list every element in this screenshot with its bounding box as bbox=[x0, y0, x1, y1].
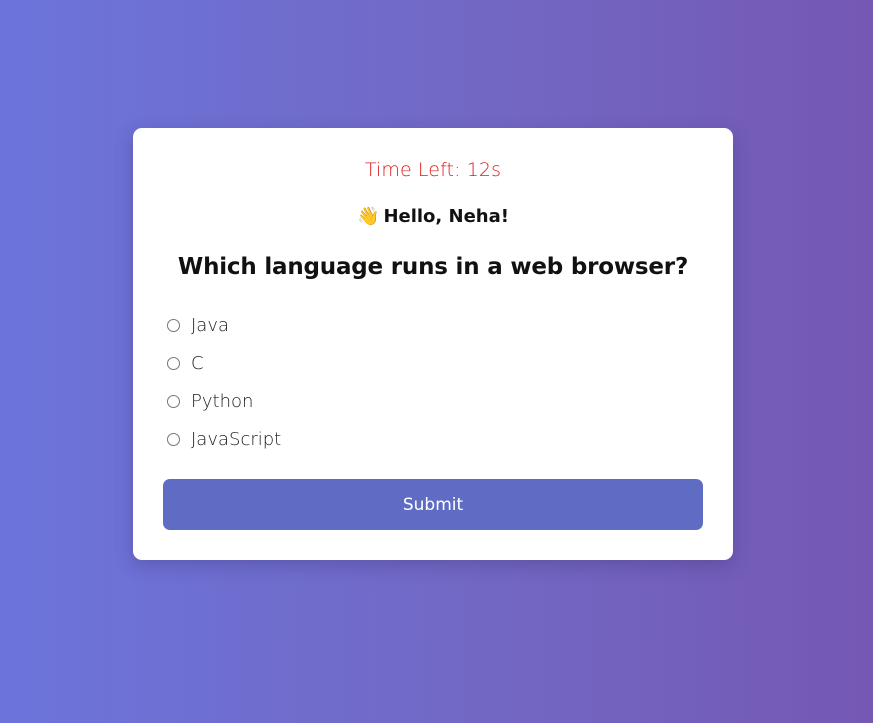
option-label: Python bbox=[191, 390, 254, 412]
question-title: Which language runs in a web browser? bbox=[177, 254, 689, 280]
option-c[interactable]: C bbox=[166, 344, 281, 382]
greeting: 👋 Hello, Neha! bbox=[133, 206, 733, 227]
submit-button[interactable]: Submit bbox=[163, 479, 703, 530]
answer-options: Java C Python JavaScript bbox=[166, 306, 281, 458]
option-python[interactable]: Python bbox=[166, 382, 281, 420]
radio-button[interactable] bbox=[167, 318, 180, 332]
option-label: Java bbox=[191, 314, 230, 336]
option-javascript[interactable]: JavaScript bbox=[166, 420, 281, 458]
option-java[interactable]: Java bbox=[166, 306, 281, 344]
radio-button[interactable] bbox=[167, 356, 180, 370]
quiz-card: Time Left: 12s 👋 Hello, Neha! Which langu… bbox=[133, 128, 733, 560]
waving-hand-icon: 👋 bbox=[357, 206, 380, 227]
radio-button[interactable] bbox=[167, 394, 180, 408]
option-label: C bbox=[191, 352, 204, 374]
option-label: JavaScript bbox=[191, 428, 282, 450]
radio-button[interactable] bbox=[167, 432, 180, 446]
greeting-text: Hello, Neha! bbox=[383, 206, 509, 227]
time-left-label: Time Left: 12s bbox=[364, 159, 502, 181]
